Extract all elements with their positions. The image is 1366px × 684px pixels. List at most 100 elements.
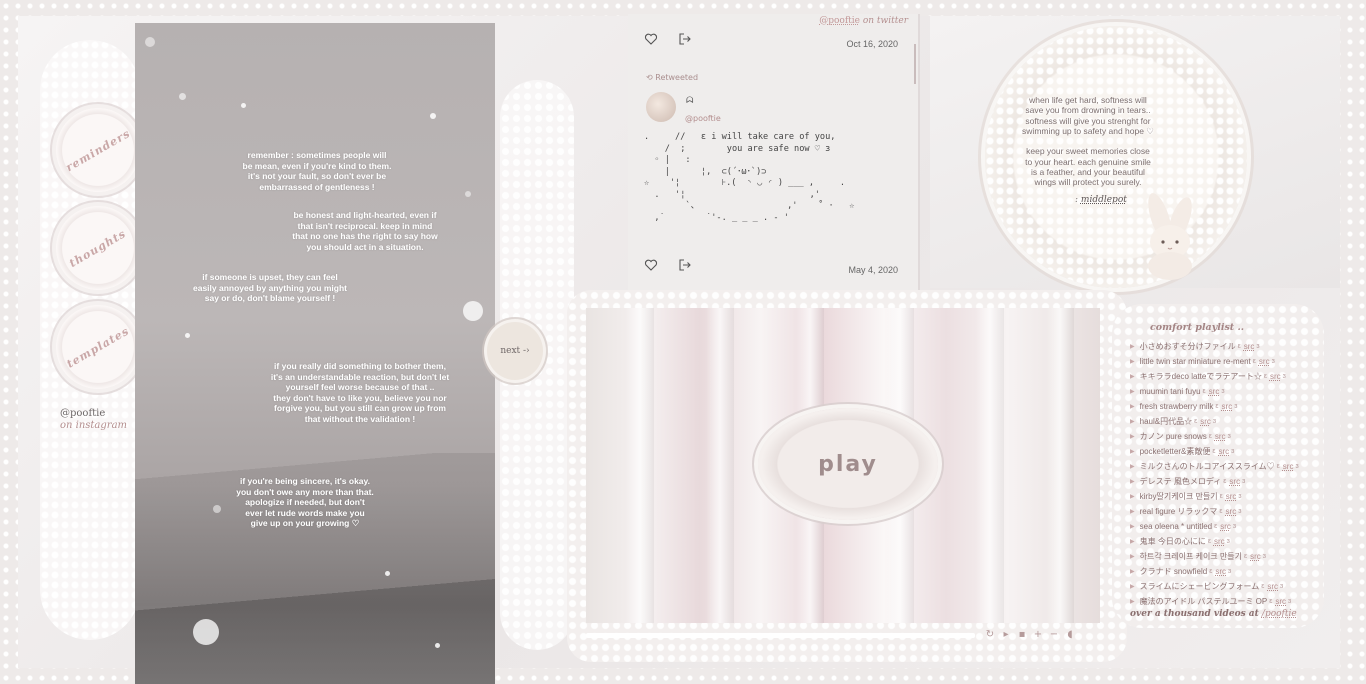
playlist-footer-link[interactable]: /pooftie (1262, 609, 1297, 619)
playlist-item-title[interactable]: fresh strawberry milk (1140, 402, 1214, 411)
bracket-open: ε (1219, 493, 1223, 500)
nav-label: templates (64, 323, 132, 371)
volume-icon[interactable]: ◖ (1065, 629, 1075, 641)
source-link[interactable]: src (1218, 447, 1229, 456)
playlist-item-title[interactable]: ミルクさんのトルコアイススライム♡ (1140, 461, 1275, 472)
play-icon[interactable]: ▸ (1001, 629, 1011, 641)
playlist-item[interactable]: ▶ 魔法のアイドル パステルユーミ OP ε src ɜ (1130, 594, 1299, 609)
playlist-item[interactable]: ▶ real figure リラックマ ε src ɜ (1130, 504, 1299, 519)
source-link[interactable]: src (1259, 357, 1270, 366)
playlist-item-title[interactable]: 小さめおすそ分けファイル (1140, 341, 1236, 352)
playlist-item[interactable]: ▶ muumin tani fuyu ε src ɜ (1130, 384, 1299, 399)
snowflake (185, 333, 190, 338)
playlist-item[interactable]: ▶ 小さめおすそ分けファイル ε src ɜ (1130, 339, 1299, 354)
source-link[interactable]: src (1220, 522, 1231, 531)
playlist-item-title[interactable]: sea oleena * untitled (1140, 522, 1213, 531)
playlist-item-title[interactable]: 하트각 크레이프 케이크 만들기 (1140, 551, 1242, 562)
source-link[interactable]: src (1209, 387, 1220, 396)
playlist-item-title[interactable]: 魔法のアイドル パステルユーミ OP (1140, 596, 1268, 607)
nav-label: thoughts (67, 226, 129, 270)
playlist-item[interactable]: ▶ kirby딸기케이크 만들기 ε src ɜ (1130, 489, 1299, 504)
source-link[interactable]: src (1226, 492, 1237, 501)
progress-bar[interactable] (586, 633, 976, 638)
playlist-item[interactable]: ▶ fresh strawberry milk ε src ɜ (1130, 399, 1299, 414)
playlist-item[interactable]: ▶ pocketletter&素敵便 ε src ɜ (1130, 444, 1299, 459)
tweet-author-handle[interactable]: @pooftie (685, 114, 721, 123)
play-triangle-icon: ▶ (1130, 554, 1135, 560)
stop-icon[interactable]: ▪ (1017, 629, 1027, 641)
repeat-icon[interactable]: ↻ (985, 629, 995, 641)
heart-icon[interactable] (644, 32, 658, 46)
source-link[interactable]: src (1226, 507, 1237, 516)
source-link[interactable]: src (1250, 552, 1261, 561)
source-link[interactable]: src (1215, 567, 1226, 576)
tweet-actions-bottom (644, 258, 692, 272)
playlist-item[interactable]: ▶ カノン pure snows ε src ɜ (1130, 429, 1299, 444)
playlist-item[interactable]: ▶ sea oleena * untitled ε src ɜ (1130, 519, 1299, 534)
share-icon[interactable] (678, 258, 692, 272)
feed-scrollbar[interactable] (914, 44, 916, 84)
source-link[interactable]: src (1215, 432, 1226, 441)
heart-icon[interactable] (644, 258, 658, 272)
instagram-handle[interactable]: @pooftie (60, 408, 127, 420)
source-link[interactable]: src (1200, 417, 1211, 426)
play-triangle-icon: ▶ (1130, 449, 1135, 455)
play-button[interactable]: play (758, 408, 938, 520)
twitter-credit[interactable]: @pooftie on twitter (819, 16, 908, 26)
playlist-item-title[interactable]: muumin tani fuyu (1140, 387, 1201, 396)
playlist-item[interactable]: ▶ 하트각 크레이프 케이크 만들기 ε src ɜ (1130, 549, 1299, 564)
playlist-item[interactable]: ▶ haul&円代品☆ ε src ɜ (1130, 414, 1299, 429)
source-link[interactable]: src (1270, 372, 1281, 381)
playlist-item[interactable]: ▶ ミルクさんのトルコアイススライム♡ ε src ɜ (1130, 459, 1299, 474)
plus-icon[interactable]: + (1033, 629, 1043, 641)
nav-label: reminders (63, 126, 133, 174)
bracket-close: ɜ (1288, 598, 1292, 605)
playlist-item[interactable]: ▶ クラナド snowfield ε src ɜ (1130, 564, 1299, 579)
playlist-item-title[interactable]: キキララdeco latteでラテアート☆ (1140, 371, 1262, 382)
bracket-close: ɜ (1226, 538, 1230, 545)
play-triangle-icon: ▶ (1130, 584, 1135, 590)
minus-icon[interactable]: − (1049, 629, 1059, 641)
source-link[interactable]: src (1229, 477, 1240, 486)
quote-credit-prefix: ː (1075, 195, 1079, 205)
playlist-item[interactable]: ▶ little twin star miniature re-ment ε src ɜ (1130, 354, 1299, 369)
tweet-date[interactable]: May 4, 2020 (848, 265, 898, 275)
nav-templates[interactable]: templates (56, 305, 140, 389)
source-link[interactable]: src (1222, 402, 1233, 411)
bunny-plush-image (1148, 193, 1192, 280)
bracket-close: ɜ (1295, 463, 1299, 470)
reminder-text-2: be honest and light-hearted, even if tha… (292, 210, 438, 252)
playlist-item-title[interactable]: kirby딸기케이크 만들기 (1140, 491, 1218, 502)
nav-reminders[interactable]: reminders (56, 108, 140, 192)
tweet-author-name[interactable]: ᗣ (686, 96, 693, 106)
source-link[interactable]: src (1214, 537, 1225, 546)
playlist-item-title[interactable]: クラナド snowfield (1140, 566, 1208, 577)
source-link[interactable]: src (1275, 597, 1286, 606)
tweet-date[interactable]: Oct 16, 2020 (846, 39, 898, 49)
playlist-item-title[interactable]: 鬼車 今日の心にに (1140, 536, 1206, 547)
playlist-item-title[interactable]: スライムにシェービングフォーム (1140, 581, 1260, 592)
playlist-item[interactable]: ▶ スライムにシェービングフォーム ε src ɜ (1130, 579, 1299, 594)
playlist-item-title[interactable]: pocketletter&素敵便 (1140, 446, 1211, 457)
playlist-item-title[interactable]: カノン pure snows (1140, 431, 1207, 442)
source-link[interactable]: src (1267, 582, 1278, 591)
playlist-item-title[interactable]: haul&円代品☆ (1140, 416, 1192, 427)
nav-thoughts[interactable]: thoughts (56, 206, 140, 290)
snowflake (435, 643, 440, 648)
quote-credit-link[interactable]: middlepot (1081, 195, 1127, 205)
play-triangle-icon: ▶ (1130, 479, 1135, 485)
share-icon[interactable] (678, 32, 692, 46)
next-button[interactable]: next -› (487, 322, 543, 380)
twitter-handle-link[interactable]: @pooftie (819, 16, 860, 26)
playlist-item[interactable]: ▶ 鬼車 今日の心にに ε src ɜ (1130, 534, 1299, 549)
instagram-credit[interactable]: @pooftie on instagram (60, 408, 127, 432)
playlist-item-title[interactable]: little twin star miniature re-ment (1140, 357, 1251, 366)
playlist-item[interactable]: ▶ デレステ 風色メロディ ε src ɜ (1130, 474, 1299, 489)
source-link[interactable]: src (1283, 462, 1294, 471)
reminder-text-4: if you really did something to bother th… (270, 361, 450, 424)
playlist-item-title[interactable]: デレステ 風色メロディ (1140, 476, 1222, 487)
playlist-item[interactable]: ▶ キキララdeco latteでラテアート☆ ε src ɜ (1130, 369, 1299, 384)
playlist-item-title[interactable]: real figure リラックマ (1140, 506, 1218, 517)
source-link[interactable]: src (1244, 342, 1255, 351)
avatar[interactable] (646, 92, 676, 122)
